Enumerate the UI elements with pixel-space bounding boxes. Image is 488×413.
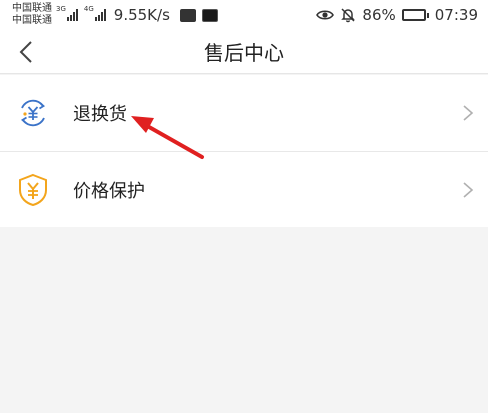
battery-percent: 86% xyxy=(362,6,396,24)
signal-1-icon xyxy=(66,9,78,21)
carrier-labels: 中国联通 中国联通 xyxy=(12,3,52,27)
network-type-1: 3G xyxy=(56,5,66,13)
page-title: 售后中心 xyxy=(204,41,284,65)
menu-item-return-exchange[interactable]: 退换货 xyxy=(0,75,488,151)
clock: 07:39 xyxy=(434,6,478,24)
app-notification-icon xyxy=(201,8,218,22)
return-exchange-icon xyxy=(20,99,46,127)
eye-icon xyxy=(316,10,335,20)
chevron-right-icon xyxy=(463,181,474,198)
nav-bar: 售后中心 xyxy=(0,30,488,74)
mute-bell-icon xyxy=(341,8,356,23)
menu-item-price-protection[interactable]: 价格保护 xyxy=(0,151,488,227)
screen: 中国联通 中国联通 3G 4G 9.55K/s 86% 07:39 售后中心 退… xyxy=(0,0,488,413)
price-protection-shield-icon xyxy=(19,173,47,206)
battery-icon xyxy=(401,9,429,21)
chevron-right-icon xyxy=(463,105,474,121)
signal-2-icon xyxy=(94,9,106,21)
menu-item-label: 价格保护 xyxy=(73,180,145,202)
status-bar: 中国联通 中国联通 3G 4G 9.55K/s 86% 07:39 xyxy=(0,0,488,30)
network-speed: 9.55K/s xyxy=(113,6,170,24)
briefcase-icon xyxy=(179,8,196,22)
back-arrow-icon[interactable] xyxy=(14,39,40,65)
network-type-2: 4G xyxy=(83,5,94,13)
menu-item-label: 退换货 xyxy=(73,104,127,125)
after-sales-menu: 退换货 价格保护 xyxy=(0,75,488,227)
carrier-1: 中国联通 xyxy=(12,3,52,14)
status-right: 86% 07:39 xyxy=(316,6,478,24)
carrier-2: 中国联通 xyxy=(12,15,52,26)
